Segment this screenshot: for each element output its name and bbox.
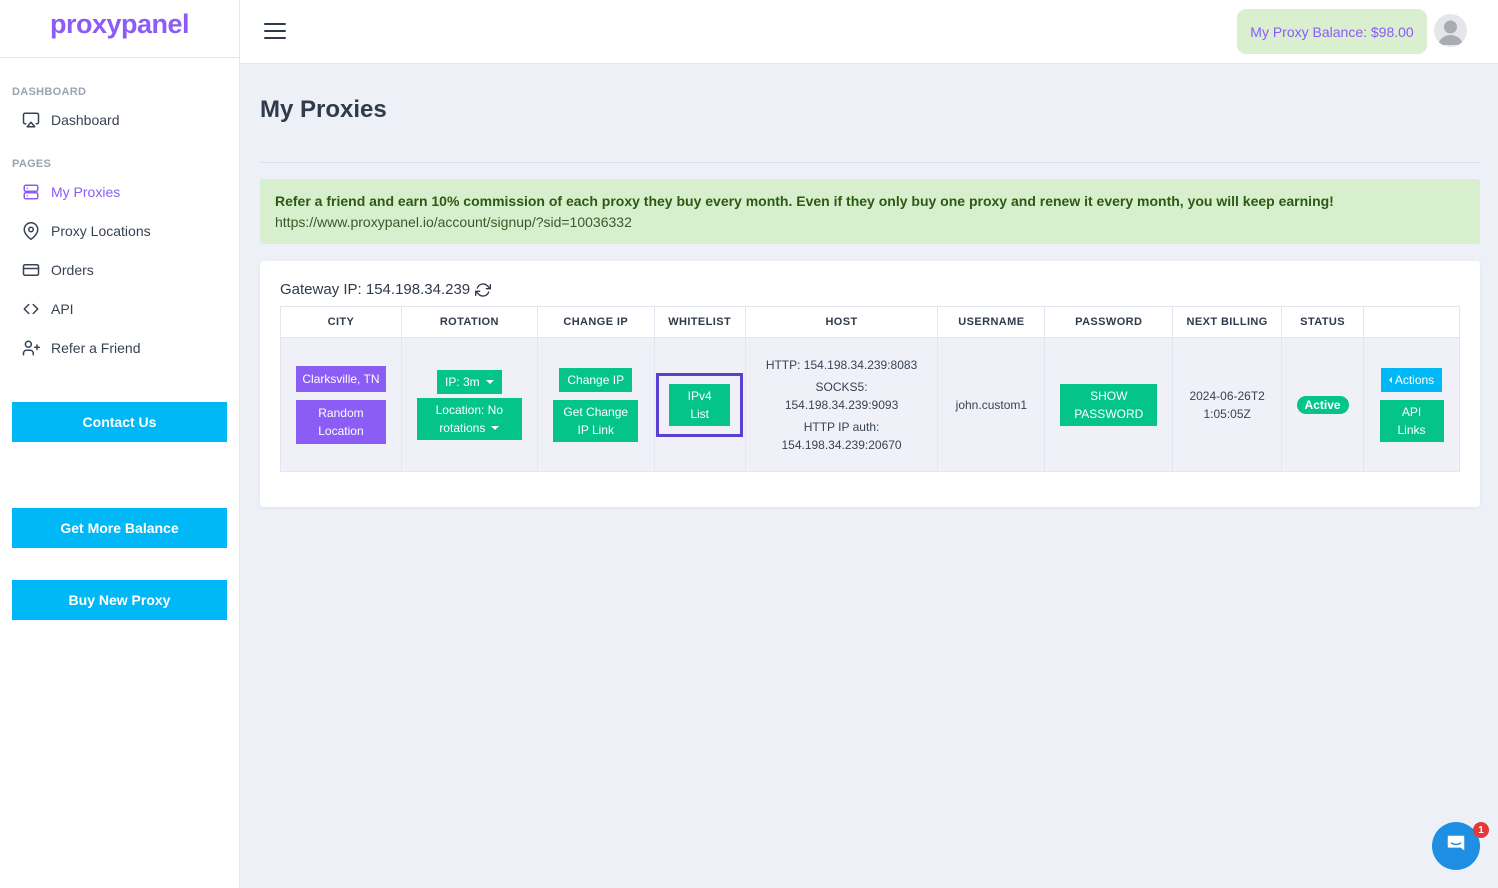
cell-change-ip: Change IP Get Change IP Link — [536, 337, 655, 472]
caret-down-icon — [485, 380, 494, 385]
api-links-button[interactable]: API Links — [1379, 399, 1444, 442]
column-header-city: CITY — [280, 306, 402, 338]
column-header-username: USERNAME — [937, 306, 1046, 338]
status-badge: Active — [1296, 395, 1349, 414]
airplay-icon — [22, 111, 40, 129]
sidebar-item-my-proxies[interactable]: My Proxies — [0, 172, 239, 211]
cell-rotation: IP: 3m Location: No rotations — [400, 337, 538, 472]
column-header-password: PASSWORD — [1044, 306, 1174, 338]
host-http: HTTP: 154.198.34.239:8083 — [765, 357, 918, 372]
gateway-ip-label: Gateway IP: 154.198.34.239 — [280, 281, 471, 298]
page-title: My Proxies — [260, 96, 387, 123]
contact-us-button[interactable]: Contact Us — [12, 402, 227, 442]
get-more-balance-button[interactable]: Get More Balance — [12, 508, 227, 548]
cell-password: SHOW PASSWORD — [1044, 337, 1174, 472]
proxy-balance-badge[interactable]: My Proxy Balance: $98.00 — [1237, 9, 1427, 54]
actions-label: Actions — [1394, 372, 1435, 387]
divider — [260, 162, 1480, 163]
map-pin-icon — [22, 221, 40, 240]
chat-unread-badge: 1 — [1473, 822, 1489, 838]
column-header-whitelist: WHITELIST — [653, 306, 746, 338]
buy-new-proxy-button[interactable]: Buy New Proxy — [12, 580, 227, 620]
sidebar-item-api[interactable]: API — [0, 289, 239, 328]
cell-host: HTTP: 154.198.34.239:8083 SOCKS5: 154.19… — [744, 337, 939, 472]
host-ip-auth-label: HTTP IP auth: — [803, 419, 880, 434]
server-icon — [22, 183, 40, 201]
column-header-change-ip: CHANGE IP — [536, 306, 655, 338]
table-row: Clarksville, TN Random Location IP: 3m L… — [280, 337, 1460, 472]
brand-logo[interactable]: proxypanel — [0, 0, 239, 58]
actions-dropdown[interactable]: Actions — [1380, 367, 1443, 392]
sidebar-item-label: Dashboard — [51, 111, 120, 128]
sidebar-item-label: My Proxies — [51, 183, 121, 200]
proxies-table: CITY ROTATION CHANGE IP WHITELIST HOST U… — [280, 306, 1460, 472]
ipv4-list-button[interactable]: IPv4 List — [669, 383, 731, 426]
sidebar-item-proxy-locations[interactable]: Proxy Locations — [0, 211, 239, 250]
table-header-row: CITY ROTATION CHANGE IP WHITELIST HOST U… — [280, 306, 1460, 338]
sidebar-item-orders[interactable]: Orders — [0, 250, 239, 289]
sidebar-item-label: Proxy Locations — [51, 222, 151, 239]
host-socks5: 154.198.34.239:9093 — [784, 397, 899, 412]
location-rotation-dropdown[interactable]: Location: No rotations — [416, 397, 522, 440]
column-header-status: STATUS — [1281, 306, 1365, 338]
proxies-card: Gateway IP: 154.198.34.239 CITY ROTATION… — [260, 261, 1480, 507]
get-change-ip-link-button[interactable]: Get Change IP Link — [553, 399, 639, 442]
next-billing-date: 2024-06-26T21:05:05Z — [1189, 388, 1265, 421]
column-header-next-billing: NEXT BILLING — [1172, 306, 1283, 338]
topbar: My Proxy Balance: $98.00 — [240, 0, 1498, 64]
cell-actions: Actions API Links — [1363, 337, 1460, 472]
user-avatar-icon[interactable] — [1434, 14, 1467, 47]
referral-message: Refer a friend and earn 10% commission o… — [275, 193, 1334, 209]
cell-city: Clarksville, TN Random Location — [280, 337, 402, 472]
random-location-button[interactable]: Random Location — [295, 399, 386, 444]
hamburger-icon[interactable] — [264, 23, 286, 39]
gateway-ip: Gateway IP: 154.198.34.239 — [280, 281, 492, 298]
sidebar-item-label: API — [51, 300, 74, 317]
caret-left-icon — [1388, 377, 1392, 384]
cell-status: Active — [1281, 337, 1365, 472]
host-ip-auth: 154.198.34.239:20670 — [781, 437, 902, 452]
column-header-host: HOST — [744, 306, 939, 338]
ip-rotation-dropdown[interactable]: IP: 3m — [436, 369, 502, 394]
cell-next-billing: 2024-06-26T21:05:05Z — [1172, 337, 1283, 472]
sidebar-item-dashboard[interactable]: Dashboard — [0, 100, 239, 139]
credit-card-icon — [22, 261, 40, 279]
whitelist-highlight: IPv4 List — [656, 372, 744, 437]
user-plus-icon — [22, 339, 40, 357]
change-ip-button[interactable]: Change IP — [559, 367, 633, 392]
sidebar-item-label: Refer a Friend — [51, 339, 141, 356]
chat-icon — [1445, 833, 1467, 860]
sidebar-item-refer-a-friend[interactable]: Refer a Friend — [0, 328, 239, 367]
refresh-icon[interactable] — [475, 282, 492, 298]
referral-alert: Refer a friend and earn 10% commission o… — [260, 179, 1480, 244]
column-header-rotation: ROTATION — [400, 306, 538, 338]
sidebar: proxypanel DASHBOARD Dashboard PAGES My … — [0, 0, 240, 888]
code-icon — [22, 300, 40, 318]
show-password-button[interactable]: SHOW PASSWORD — [1060, 383, 1158, 426]
host-socks5-label: SOCKS5: — [815, 379, 868, 394]
brand-name[interactable]: proxypanel — [50, 9, 190, 40]
referral-link[interactable]: https://www.proxypanel.io/account/signup… — [275, 214, 1465, 230]
section-label-dashboard: DASHBOARD — [12, 86, 87, 98]
section-label-pages: PAGES — [12, 158, 52, 170]
sidebar-item-label: Orders — [51, 261, 94, 278]
column-header-actions — [1363, 306, 1460, 338]
cell-whitelist: IPv4 List — [653, 337, 746, 472]
city-location-button[interactable]: Clarksville, TN — [295, 365, 386, 392]
caret-down-icon — [491, 426, 500, 431]
cell-username: john.custom1 — [937, 337, 1046, 472]
ip-rotation-label: IP: 3m — [444, 374, 480, 389]
